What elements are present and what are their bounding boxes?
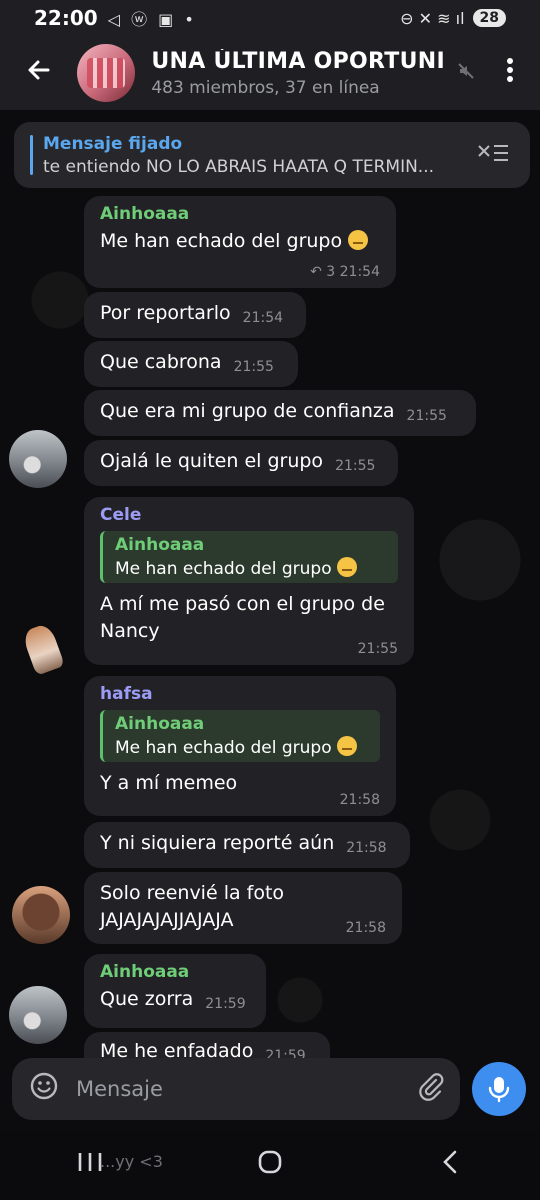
user-avatar[interactable] [9, 430, 67, 488]
pensive-emoji-icon [337, 736, 358, 756]
message-text: Me han echado del grupo [100, 230, 343, 252]
emoji-icon[interactable] [12, 1071, 76, 1108]
message-bubble[interactable]: Solo reenvié la foto JAJAJAJAJJAJAJA 21:… [84, 872, 402, 944]
message-time: 21:55 [335, 458, 376, 474]
message-time: 21:59 [265, 1048, 306, 1058]
message-time: 21:54 [339, 264, 380, 280]
message-bubble[interactable]: Que era mi grupo de confianza 21:55 [84, 390, 476, 436]
muted-icon [451, 62, 481, 85]
message-input[interactable] [76, 1077, 400, 1101]
reply-quote[interactable]: Ainhoaaa Me han echado del grupo [100, 710, 380, 762]
chat-title-area[interactable]: UNA ÚLTIMA OPORTUNI 483 miembros, 37 en … [151, 49, 448, 98]
reply-text: Me han echado del grupo [115, 559, 332, 579]
pinned-title: Mensaje fijado [43, 133, 183, 154]
message-bubble[interactable]: Y ni siquiera reporté aún 21:58 [84, 822, 410, 868]
message-bubble[interactable]: Ainhoaaa Que zorra 21:59 [84, 954, 266, 1028]
pinned-text: te entiendo NO LO ABRAIS HAATA Q TERMIN.… [43, 156, 435, 177]
reply-sender: Ainhoaaa [115, 714, 205, 734]
message-time: 21:58 [345, 920, 386, 936]
microphone-icon[interactable] [472, 1062, 526, 1116]
reply-quote[interactable]: Ainhoaaa Me han echado del grupo [100, 531, 398, 583]
pinned-message[interactable]: Mensaje fijado te entiendo NO LO ABRAIS … [14, 122, 530, 188]
message-text: Solo reenvié la foto JAJAJAJAJJAJAJA [100, 882, 285, 931]
signal-wifi-icons: ⊖ ✕ ≋ ıl [400, 8, 465, 28]
user-avatar[interactable] [16, 620, 74, 678]
message-bubble[interactable]: Por reportarlo 21:54 [84, 292, 306, 338]
back-arrow-icon[interactable] [0, 56, 77, 91]
system-navigation-bar [0, 1130, 540, 1200]
message-time: 21:55 [233, 359, 274, 375]
system-icons: ⊖ ✕ ≋ ıl 28 [400, 9, 506, 28]
message-time: 21:54 [242, 310, 284, 326]
message-sender[interactable]: Ainhoaaa [100, 962, 250, 982]
pinned-list-icon[interactable] [476, 142, 510, 169]
back-nav-icon[interactable] [400, 1149, 500, 1182]
pensive-emoji-icon [348, 230, 369, 250]
message-bubble[interactable]: Que cabrona 21:55 [84, 341, 298, 387]
message-bubble[interactable]: Ainhoaaa Me han echado del grupo ↶ 3 21:… [84, 196, 396, 288]
message-bubble[interactable]: Ojalá le quiten el grupo 21:55 [84, 440, 398, 486]
background-text-peek: ...yy <3 [100, 1152, 163, 1171]
message-time: 21:58 [339, 792, 380, 808]
message-sender[interactable]: Ainhoaaa [100, 204, 380, 224]
user-avatar[interactable] [12, 886, 70, 944]
message-text: A mí me pasó con el grupo de Nancy [100, 593, 385, 642]
message-text: Que cabrona [100, 351, 222, 373]
message-time: 21:59 [205, 996, 246, 1012]
group-avatar[interactable] [77, 44, 136, 102]
message-bubble[interactable]: Me he enfadado 21:59 [84, 1032, 330, 1058]
status-bar: 22:00 ◁ ⓦ ▣ • ⊖ ✕ ≋ ıl 28 [0, 0, 540, 36]
battery-icon: 28 [472, 9, 506, 27]
more-options-icon[interactable] [481, 57, 540, 90]
reply-text: Me han echado del grupo [115, 738, 332, 758]
message-text: Me he enfadado [100, 1040, 254, 1058]
status-time: 22:00 [34, 6, 98, 30]
message-text: Ojalá le quiten el grupo [100, 450, 324, 472]
message-sender[interactable]: Cele [100, 505, 398, 525]
notification-icons: ◁ ⓦ ▣ • [107, 10, 197, 29]
message-time: 21:55 [357, 641, 398, 657]
message-bubble[interactable]: Cele Ainhoaaa Me han echado del grupo A … [84, 497, 414, 665]
message-text: Que zorra [100, 988, 194, 1010]
chat-header: UNA ÚLTIMA OPORTUNI 483 miembros, 37 en … [0, 36, 540, 110]
pensive-emoji-icon [337, 557, 358, 577]
message-text: Que era mi grupo de confianza [100, 400, 395, 422]
attach-icon[interactable] [400, 1071, 460, 1108]
reply-count[interactable]: ↶ 3 [310, 264, 335, 280]
message-time: 21:58 [346, 840, 387, 856]
message-text: Por reportarlo [100, 302, 231, 324]
message-time: 21:55 [406, 408, 447, 424]
message-bubble[interactable]: hafsa Ainhoaaa Me han echado del grupo Y… [84, 676, 396, 816]
home-icon[interactable] [220, 1149, 320, 1182]
reply-sender: Ainhoaaa [115, 535, 205, 555]
user-avatar[interactable] [9, 986, 67, 1044]
message-text: Y ni siquiera reporté aún [100, 832, 335, 854]
message-text: Y a mí memeo [100, 772, 238, 794]
message-input-bar [12, 1058, 460, 1120]
pinned-indicator [30, 135, 33, 175]
chat-member-count: 483 miembros, 37 en línea [151, 77, 380, 98]
message-sender[interactable]: hafsa [100, 684, 380, 704]
chat-title: UNA ÚLTIMA OPORTUNI [151, 48, 445, 74]
